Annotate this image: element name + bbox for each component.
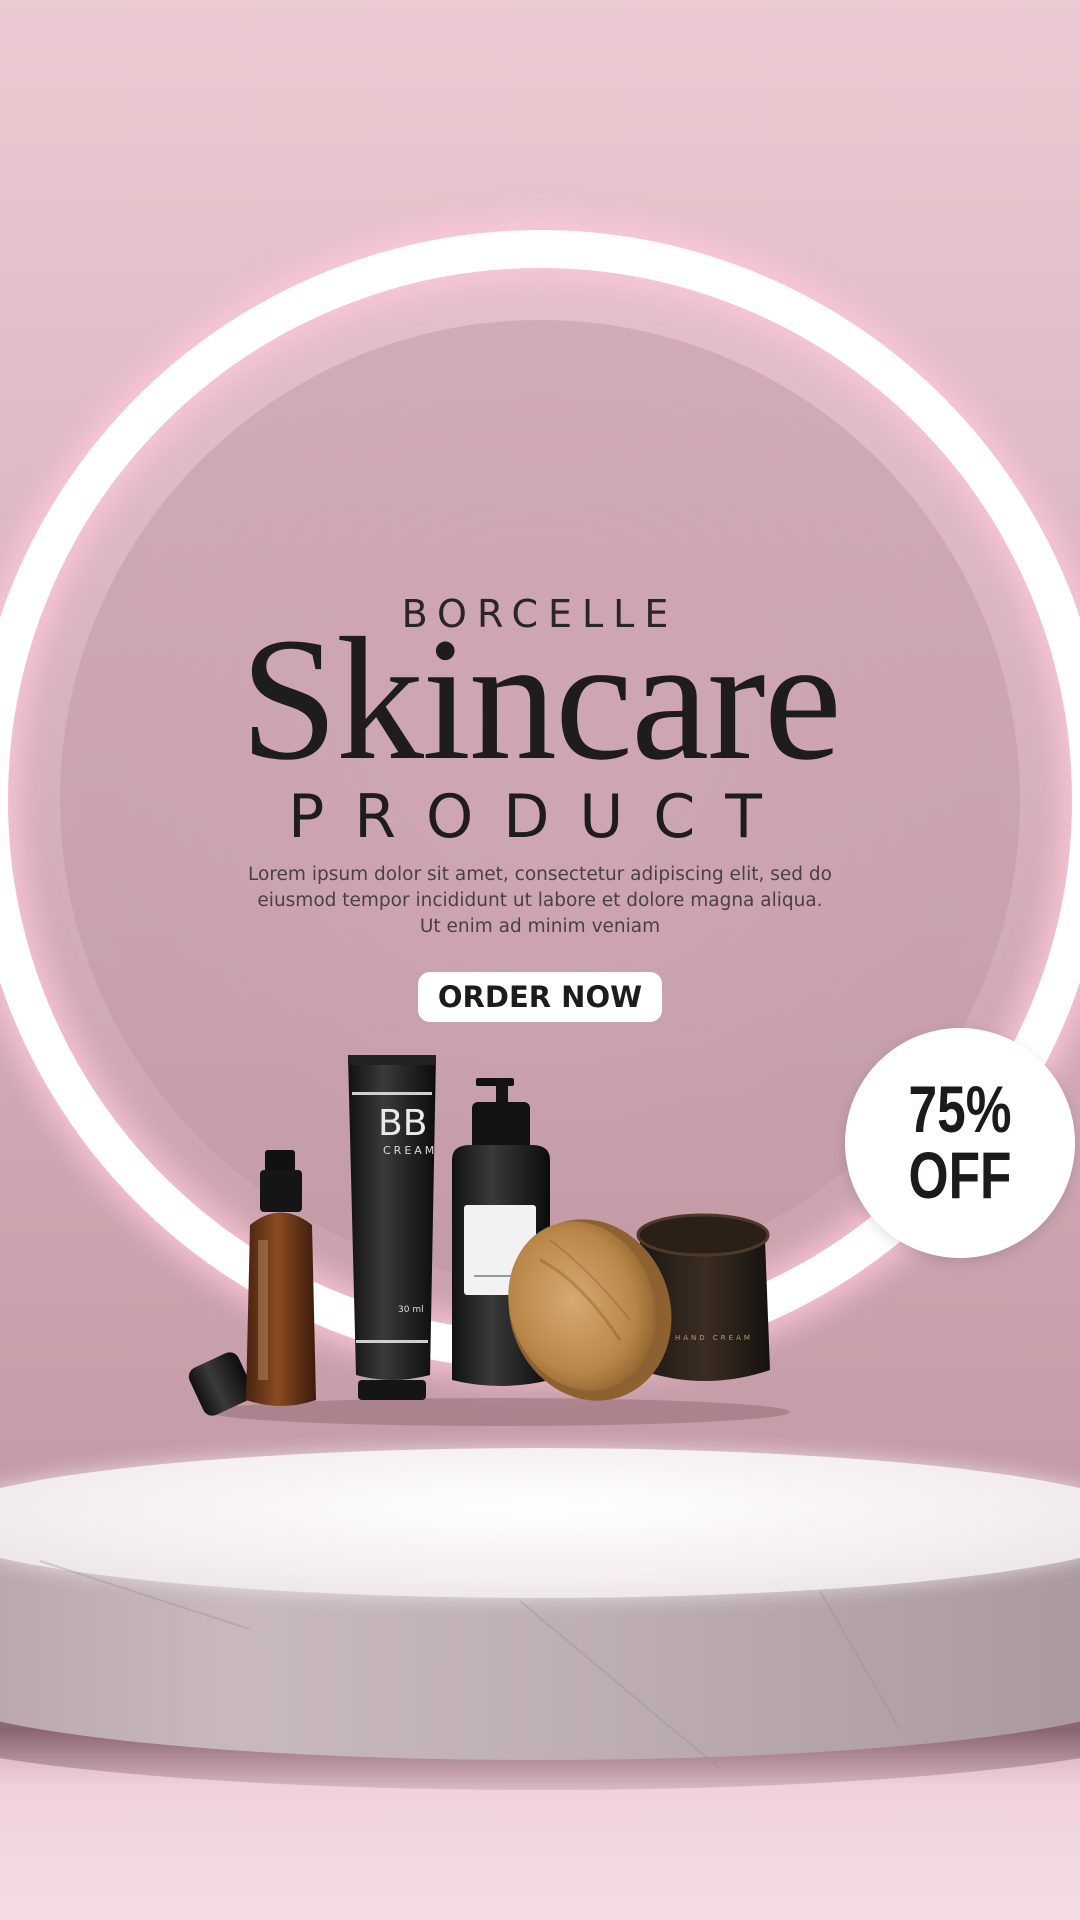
page-subtitle: PRODUCT — [288, 782, 792, 852]
page-title: Skincare — [240, 602, 842, 797]
discount-badge: 75% OFF — [845, 1028, 1075, 1258]
hero-scene: BORCELLE Skincare PRODUCT Lorem ipsum do… — [0, 0, 1080, 1920]
bb-cream-tube: BB CREAM 30 ml — [348, 1055, 437, 1400]
discount-percent: 75% — [908, 1072, 1012, 1146]
svg-text:HAND CREAM: HAND CREAM — [675, 1334, 753, 1342]
svg-text:BB: BB — [378, 1103, 427, 1144]
description-line: Ut enim ad minim veniam — [419, 916, 661, 937]
svg-text:30 ml: 30 ml — [398, 1305, 424, 1315]
svg-text:CREAM: CREAM — [383, 1144, 437, 1157]
description-line: eiusmod tempor incididunt ut labore et d… — [257, 890, 823, 911]
discount-off: OFF — [908, 1138, 1012, 1212]
products-illustration: BB CREAM 30 ml HAND CREAM — [188, 1055, 790, 1426]
amber-bottle — [246, 1150, 316, 1406]
podium-top — [0, 1448, 1080, 1598]
description: Lorem ipsum dolor sit amet, consectetur … — [200, 862, 880, 940]
order-now-button[interactable]: ORDER NOW — [418, 972, 662, 1022]
description-line: Lorem ipsum dolor sit amet, consectetur … — [248, 864, 832, 885]
